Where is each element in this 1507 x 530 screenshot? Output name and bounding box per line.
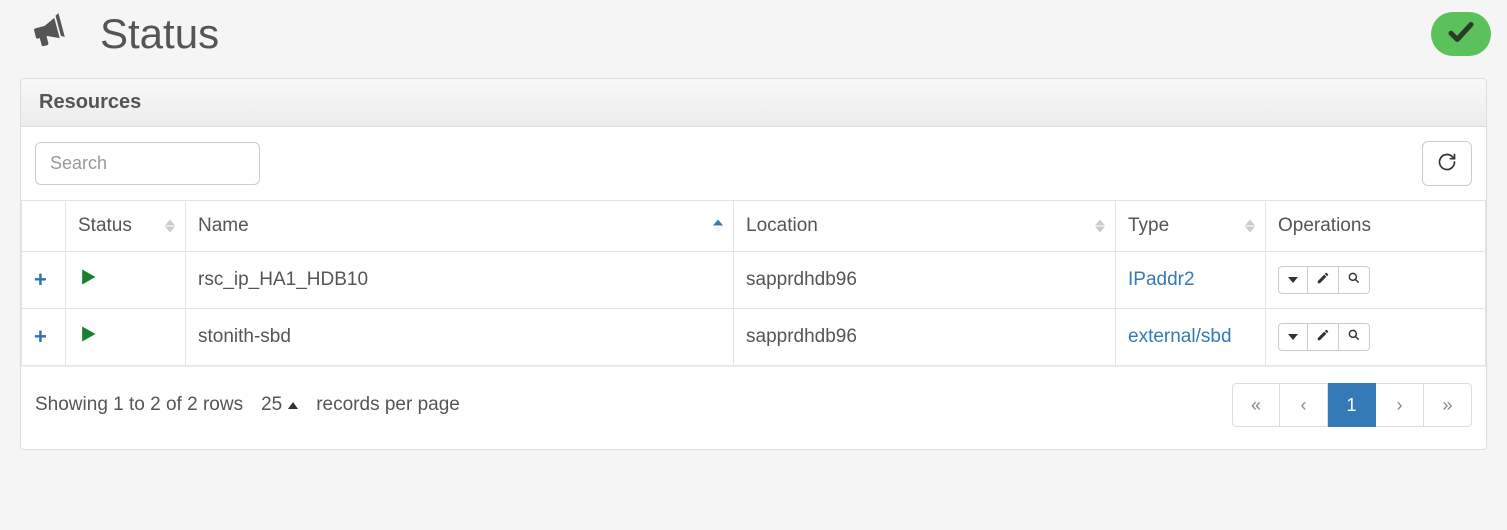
page-title: Status [100,10,219,58]
sort-icon [165,220,175,233]
caret-up-icon [288,402,298,409]
running-icon [78,271,98,292]
table-row: + rsc_ip_HA1_HDB10sapprdhdb96 IPaddr2 [22,252,1486,309]
column-expand [22,201,66,252]
pencil-icon [1316,326,1330,348]
pencil-icon [1316,269,1330,291]
panel-heading: Resources [21,79,1486,127]
refresh-icon [1437,152,1457,175]
cell-type-link[interactable]: external/sbd [1128,326,1232,347]
table-row: + stonith-sbdsapprdhdb96 external/sbd [22,309,1486,366]
magnify-icon [1347,269,1361,291]
column-operations: Operations [1266,201,1486,252]
column-status-label: Status [78,215,132,236]
column-type[interactable]: Type [1116,201,1266,252]
cell-location: sapprdhdb96 [734,309,1116,366]
pagination-summary: Showing 1 to 2 of 2 rows [35,394,243,416]
check-icon [1446,17,1476,52]
pagination: « ‹ 1 › » [1232,383,1472,427]
expand-row-button[interactable]: + [34,324,47,349]
column-type-label: Type [1128,215,1169,236]
row-menu-button[interactable] [1278,266,1308,294]
cell-location: sapprdhdb96 [734,252,1116,309]
pagination-last[interactable]: » [1424,383,1472,427]
search-input[interactable] [35,142,260,185]
cell-type-link[interactable]: IPaddr2 [1128,269,1195,290]
caret-down-icon [1288,334,1298,340]
cluster-health-badge[interactable] [1431,12,1491,56]
sort-icon [1095,220,1105,233]
magnify-icon [1347,326,1361,348]
expand-row-button[interactable]: + [34,267,47,292]
pagination-first[interactable]: « [1232,383,1280,427]
pagination-prev[interactable]: ‹ [1280,383,1328,427]
row-menu-button[interactable] [1278,323,1308,351]
records-per-page-label: records per page [316,394,460,416]
resources-table: Status Name Location [21,200,1486,366]
column-name[interactable]: Name [186,201,734,252]
pagination-next[interactable]: › [1376,383,1424,427]
cell-name: rsc_ip_HA1_HDB10 [186,252,734,309]
resources-panel: Resources Status [20,78,1487,450]
running-icon [78,328,98,349]
cell-name: stonith-sbd [186,309,734,366]
column-location-label: Location [746,215,818,236]
page-size-value: 25 [261,394,282,416]
row-details-button[interactable] [1339,266,1370,294]
column-status[interactable]: Status [66,201,186,252]
row-edit-button[interactable] [1308,266,1339,294]
column-name-label: Name [198,215,249,236]
refresh-button[interactable] [1422,141,1472,186]
row-details-button[interactable] [1339,323,1370,351]
sort-asc-icon [713,220,723,233]
caret-down-icon [1288,277,1298,283]
row-edit-button[interactable] [1308,323,1339,351]
bullhorn-icon [28,11,70,58]
column-operations-label: Operations [1278,215,1371,236]
sort-icon [1245,220,1255,233]
column-location[interactable]: Location [734,201,1116,252]
page-size-select[interactable]: 25 [261,394,298,416]
pagination-page-1[interactable]: 1 [1328,383,1376,427]
